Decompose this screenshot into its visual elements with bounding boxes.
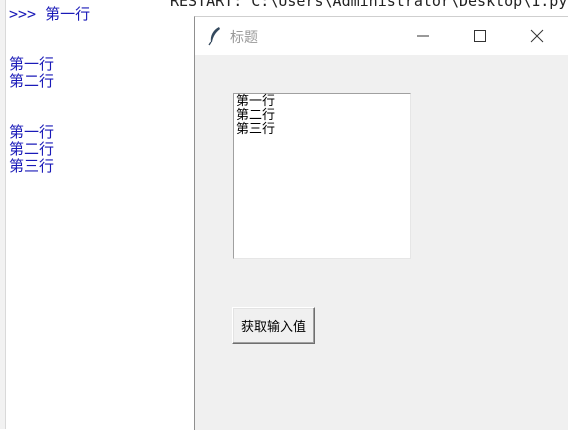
shell-output-line: 第二行 xyxy=(9,72,55,90)
close-icon xyxy=(530,29,544,43)
shell-output-line: 第三行 xyxy=(9,157,55,175)
text-input-area[interactable]: 第一行 第二行 第三行 xyxy=(233,93,411,259)
shell-output-line: >>> 第一行 xyxy=(9,5,91,23)
shell-gutter xyxy=(0,0,6,429)
maximize-button[interactable] xyxy=(457,17,503,55)
maximize-icon xyxy=(474,30,486,42)
textbox-line: 第二行 xyxy=(236,108,276,123)
title-bar[interactable]: 标题 xyxy=(195,17,568,55)
shell-output-line: 第一行 xyxy=(9,123,55,141)
window-title: 标题 xyxy=(230,30,258,46)
feather-icon xyxy=(208,27,220,46)
textbox-line: 第一行 xyxy=(236,94,276,109)
shell-output-line: 第一行 xyxy=(9,55,55,73)
tk-window: 标题 第一行 第二行 第三行 获取输入值 xyxy=(194,16,568,430)
close-button[interactable] xyxy=(514,17,560,55)
shell-restart-line: RESTART: C:\Users\Administrator\Desktop\… xyxy=(170,0,568,10)
minimize-button[interactable] xyxy=(400,17,446,55)
shell-output-line: 第二行 xyxy=(9,140,55,158)
get-input-button[interactable]: 获取输入值 xyxy=(232,307,315,344)
minimize-icon xyxy=(417,35,429,37)
textbox-line: 第三行 xyxy=(236,122,276,137)
